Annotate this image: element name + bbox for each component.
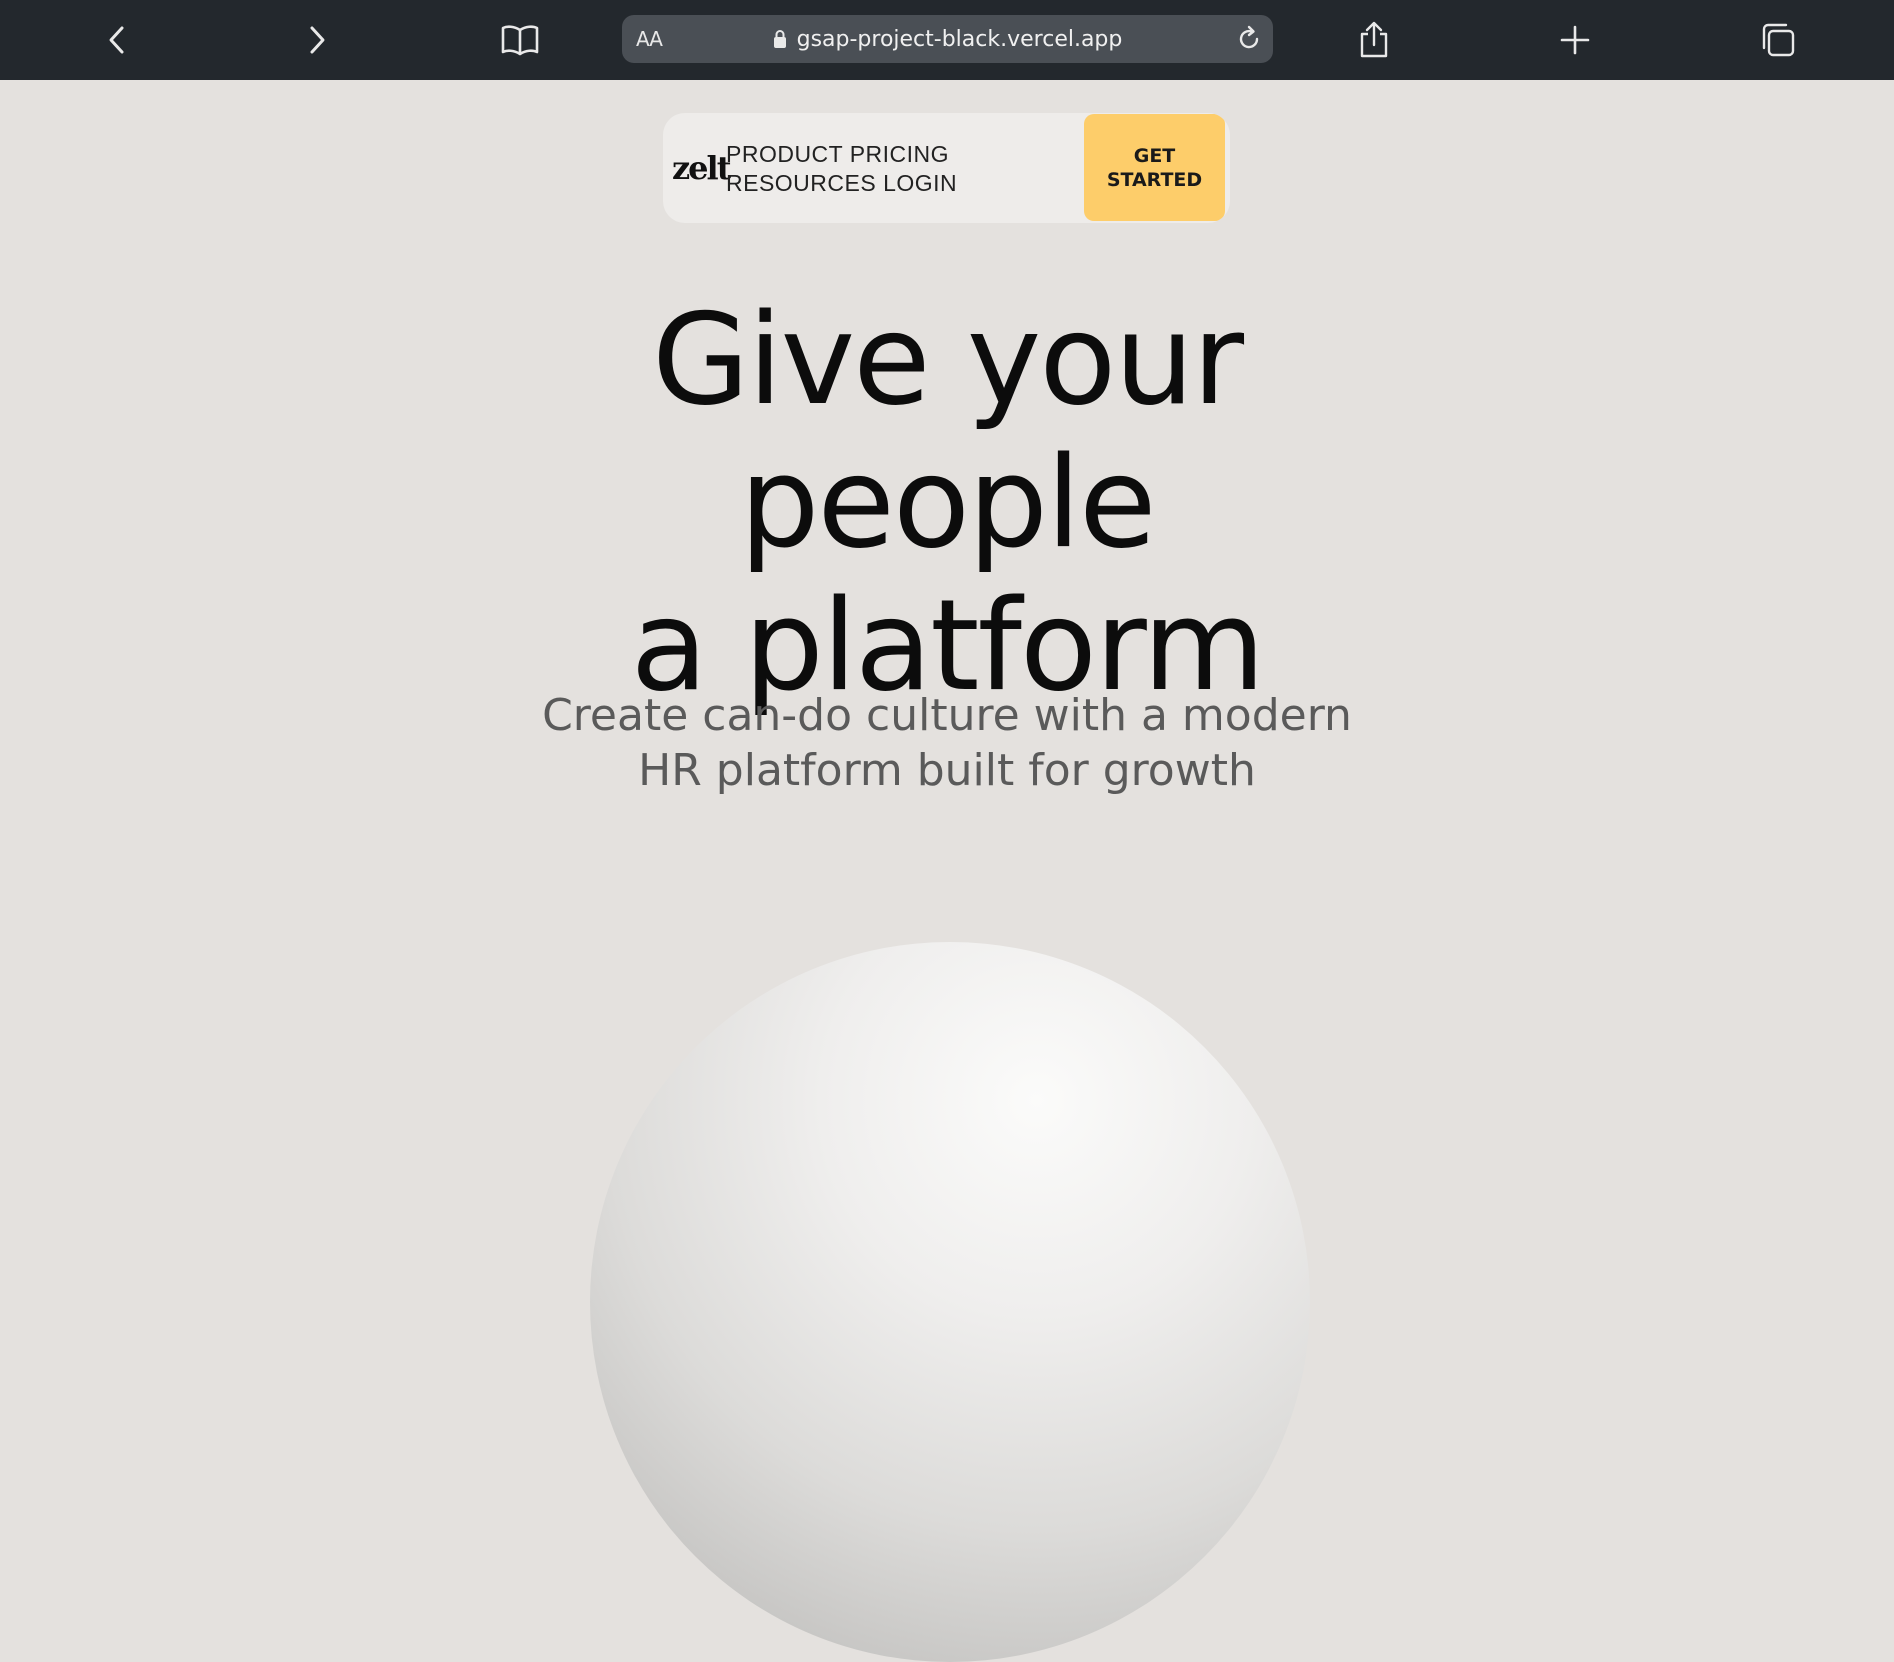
hero-sphere-image bbox=[590, 942, 1310, 1662]
reload-icon[interactable] bbox=[1235, 25, 1263, 53]
browser-toolbar: AA gsap-project-black.vercel.app bbox=[0, 0, 1894, 80]
tabs-overview-button[interactable] bbox=[1752, 14, 1804, 66]
lock-icon bbox=[773, 30, 786, 48]
nav-link-resources[interactable]: RESOURCES bbox=[726, 170, 876, 196]
hero-heading-line-1: Give your bbox=[651, 286, 1244, 433]
back-button[interactable] bbox=[91, 14, 143, 66]
chevron-left-icon bbox=[109, 26, 124, 54]
get-started-label: GET STARTED bbox=[1106, 144, 1203, 191]
book-icon bbox=[501, 25, 539, 56]
hero-heading-line-2: people bbox=[739, 429, 1156, 576]
site-navbar: zelt PRODUCT PRICING RESOURCES LOGIN GET… bbox=[663, 113, 1230, 223]
share-icon bbox=[1360, 21, 1388, 58]
hero-subtitle-line-2: HR platform built for growth bbox=[638, 745, 1256, 796]
new-tab-button[interactable] bbox=[1549, 14, 1601, 66]
tabs-icon bbox=[1762, 23, 1795, 57]
nav-link-login[interactable]: LOGIN bbox=[883, 170, 957, 196]
nav-link-pricing[interactable]: PRICING bbox=[850, 141, 949, 167]
forward-button[interactable] bbox=[291, 14, 343, 66]
get-started-button[interactable]: GET STARTED bbox=[1084, 114, 1225, 221]
hero-subtitle-line-1: Create can-do culture with a modern bbox=[542, 690, 1352, 741]
hero-heading: Give your people a platform bbox=[447, 288, 1447, 717]
plus-icon bbox=[1560, 25, 1590, 55]
nav-links: PRODUCT PRICING RESOURCES LOGIN bbox=[726, 140, 986, 198]
share-button[interactable] bbox=[1348, 14, 1400, 66]
chevron-right-icon bbox=[310, 26, 325, 54]
zelt-logo[interactable]: zelt bbox=[672, 149, 731, 187]
hero-subtitle: Create can-do culture with a modern HR p… bbox=[447, 688, 1447, 798]
address-bar[interactable]: AA gsap-project-black.vercel.app bbox=[622, 15, 1273, 63]
url-text: gsap-project-black.vercel.app bbox=[796, 26, 1123, 52]
bookmarks-button[interactable] bbox=[494, 14, 546, 66]
nav-link-product[interactable]: PRODUCT bbox=[726, 141, 843, 167]
